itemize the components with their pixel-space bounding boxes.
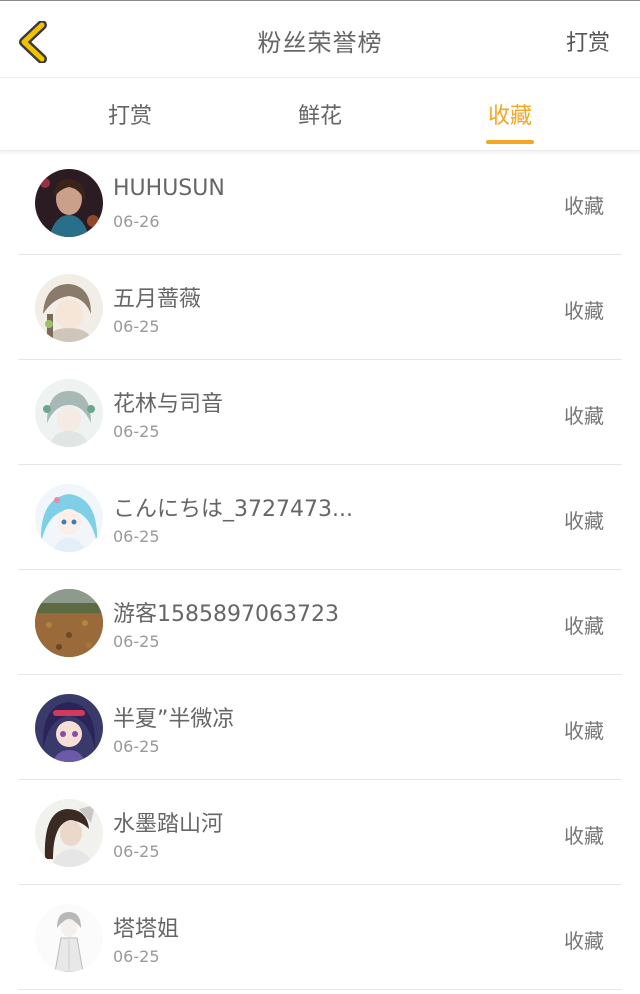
avatar: [35, 484, 103, 552]
fan-date: 06-25: [113, 317, 160, 336]
fan-date: 06-25: [113, 422, 160, 441]
avatar: [35, 799, 103, 867]
fan-list: HUHUSUN 06-26 收藏 五月蔷薇 06-25 收藏 花林与司音 06-…: [18, 150, 622, 990]
fan-date: 06-25: [113, 737, 160, 756]
tab-flowers[interactable]: 鲜花: [260, 98, 380, 130]
tab-reward[interactable]: 打赏: [70, 98, 190, 130]
avatar: [35, 274, 103, 342]
fan-name: HUHUSUN: [113, 176, 225, 201]
fan-name: 塔塔姐: [113, 917, 180, 942]
fan-action: 收藏: [564, 404, 604, 428]
fan-action: 收藏: [564, 299, 604, 323]
reward-button[interactable]: 打赏: [566, 25, 610, 57]
fan-name: 半夏”半微凉: [113, 707, 235, 732]
fan-name: こんにちは_3727473...: [113, 497, 353, 522]
page-title: 粉丝荣誉榜: [257, 29, 383, 57]
active-tab-indicator: [486, 140, 534, 144]
list-item[interactable]: 水墨踏山河 06-25 收藏: [18, 780, 622, 885]
list-item[interactable]: 五月蔷薇 06-25 收藏: [18, 255, 622, 360]
fan-date: 06-26: [113, 212, 160, 231]
fan-action: 收藏: [564, 929, 604, 953]
fan-name: 游客1585897063723: [113, 602, 339, 627]
fan-action: 收藏: [564, 614, 604, 638]
fan-name: 五月蔷薇: [113, 287, 202, 312]
avatar: [35, 169, 103, 237]
list-item[interactable]: 塔塔姐 06-25 收藏: [18, 885, 622, 990]
avatar: [35, 589, 103, 657]
fan-action: 收藏: [564, 824, 604, 848]
fan-date: 06-25: [113, 842, 160, 861]
top-bar: 粉丝荣誉榜 打赏: [0, 0, 640, 78]
list-item[interactable]: 游客1585897063723 06-25 收藏: [18, 570, 622, 675]
fan-date: 06-25: [113, 947, 160, 966]
fan-name: 花林与司音: [113, 392, 224, 417]
fan-date: 06-25: [113, 527, 160, 546]
tab-collect[interactable]: 收藏: [450, 98, 570, 130]
avatar: [35, 379, 103, 447]
fan-action: 收藏: [564, 194, 604, 218]
list-item[interactable]: こんにちは_3727473... 06-25 收藏: [18, 465, 622, 570]
list-item[interactable]: 半夏”半微凉 06-25 收藏: [18, 675, 622, 780]
list-item[interactable]: 花林与司音 06-25 收藏: [18, 360, 622, 465]
avatar: [35, 694, 103, 762]
avatar: [35, 904, 103, 972]
fan-date: 06-25: [113, 632, 160, 651]
list-item[interactable]: HUHUSUN 06-26 收藏: [18, 150, 622, 255]
tab-bar: 打赏 鲜花 收藏: [0, 78, 640, 151]
fan-action: 收藏: [564, 509, 604, 533]
fan-name: 水墨踏山河: [113, 812, 224, 837]
fan-action: 收藏: [564, 719, 604, 743]
